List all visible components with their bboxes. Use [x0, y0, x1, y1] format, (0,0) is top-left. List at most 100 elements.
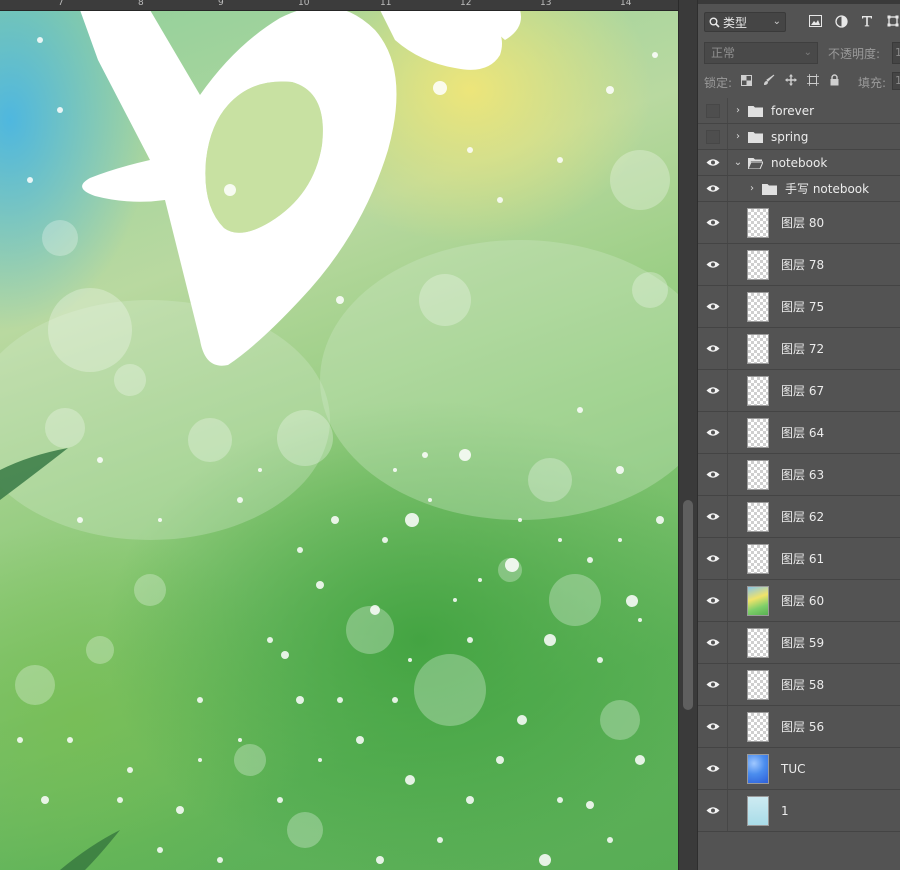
layer-thumbnail [747, 291, 769, 322]
layer-thumbnail [747, 501, 769, 532]
image-filter-icon[interactable] [808, 14, 822, 28]
layer-name: 图层 64 [781, 426, 825, 440]
layer-row-notebook[interactable]: ⌄ notebook [698, 150, 900, 176]
layer-name: 图层 58 [781, 678, 825, 692]
visibility-toggle[interactable] [698, 124, 728, 149]
blend-mode-select[interactable]: 正常 ⌄ [704, 42, 818, 64]
visibility-off-box [705, 103, 720, 118]
eye-icon [706, 471, 719, 478]
artwork [0, 6, 678, 870]
layer-row[interactable]: 图层 64 [698, 412, 900, 454]
filter-kind-label: 类型 [723, 15, 748, 30]
visibility-toggle[interactable] [698, 412, 728, 453]
layer-list: › forever › spring ⌄ notebook › 手写 noteb… [698, 98, 900, 832]
layer-row[interactable]: 1 [698, 790, 900, 832]
layer-row[interactable]: 图层 78 [698, 244, 900, 286]
layer-name: 图层 61 [781, 552, 825, 566]
visibility-toggle[interactable] [698, 150, 728, 175]
layer-name: TUC [781, 761, 806, 776]
filter-kind-select[interactable]: 类型 ⌄ [704, 12, 786, 32]
layer-name: 图层 75 [781, 300, 825, 314]
eye-icon [706, 261, 719, 268]
chevron-down-icon: ⌄ [772, 16, 781, 27]
layer-row[interactable]: 图层 59 [698, 622, 900, 664]
layer-row-forever[interactable]: › forever [698, 98, 900, 124]
layer-filter-row: 类型 ⌄ [704, 12, 900, 34]
layer-name: 1 [781, 803, 789, 818]
lock-icons [740, 73, 841, 87]
folder-icon [762, 183, 777, 195]
opacity-label: 不透明度: [828, 47, 881, 61]
lock-label: 锁定: [704, 76, 733, 90]
opacity-input[interactable]: 10 [892, 42, 900, 64]
layer-row[interactable]: 图层 63 [698, 454, 900, 496]
visibility-toggle[interactable] [698, 664, 728, 705]
visibility-toggle[interactable] [698, 496, 728, 537]
ruler-mark: 12 [460, 0, 472, 8]
lock-move-icon[interactable] [784, 73, 797, 87]
eye-icon [706, 345, 719, 352]
lock-fill-row: 锁定: 填充: 10 [704, 72, 900, 92]
layer-row[interactable]: TUC [698, 748, 900, 790]
visibility-toggle[interactable] [698, 706, 728, 747]
layer-row[interactable]: 图层 62 [698, 496, 900, 538]
layer-name: 图层 63 [781, 468, 825, 482]
visibility-toggle[interactable] [698, 370, 728, 411]
layer-row[interactable]: 图层 72 [698, 328, 900, 370]
visibility-toggle[interactable] [698, 176, 728, 201]
visibility-toggle[interactable] [698, 244, 728, 285]
canvas[interactable]: 7 8 9 10 11 12 13 14 [0, 0, 678, 870]
layer-name: 图层 80 [781, 216, 825, 230]
horizontal-ruler: 7 8 9 10 11 12 13 14 [0, 0, 678, 11]
lock-all-icon[interactable] [828, 73, 841, 87]
visibility-toggle[interactable] [698, 538, 728, 579]
ruler-mark: 14 [620, 0, 632, 8]
visibility-toggle[interactable] [698, 286, 728, 327]
layer-name: spring [771, 129, 809, 144]
layer-row[interactable]: 图层 60 [698, 580, 900, 622]
fill-label: 填充: [858, 76, 887, 90]
visibility-toggle[interactable] [698, 454, 728, 495]
layer-name: notebook [771, 155, 828, 170]
fill-input[interactable]: 10 [892, 72, 900, 90]
lock-transparent-icon[interactable] [740, 73, 753, 87]
eye-icon [706, 681, 719, 688]
visibility-toggle[interactable] [698, 202, 728, 243]
shape-filter-icon[interactable] [886, 14, 900, 28]
visibility-toggle[interactable] [698, 622, 728, 663]
chevron-down-icon[interactable]: ⌄ [732, 157, 744, 168]
lock-artboard-icon[interactable] [806, 73, 819, 87]
lock-brush-icon[interactable] [762, 73, 775, 87]
layer-row[interactable]: 图层 75 [698, 286, 900, 328]
scrollbar-thumb[interactable] [683, 500, 693, 710]
vertical-scrollbar[interactable] [678, 0, 697, 870]
chevron-right-icon[interactable]: › [746, 183, 758, 194]
layer-thumbnail [747, 207, 769, 238]
ruler-mark: 7 [58, 0, 64, 8]
type-filter-icon[interactable] [860, 14, 874, 28]
eye-icon [706, 807, 719, 814]
adjustment-filter-icon[interactable] [834, 14, 848, 28]
chevron-right-icon[interactable]: › [732, 131, 744, 142]
visibility-toggle[interactable] [698, 328, 728, 369]
layer-thumbnail [747, 795, 769, 826]
layer-row[interactable]: 图层 56 [698, 706, 900, 748]
visibility-toggle[interactable] [698, 98, 728, 123]
layer-row[interactable]: 图层 61 [698, 538, 900, 580]
layer-name: 图层 67 [781, 384, 825, 398]
visibility-toggle[interactable] [698, 790, 728, 831]
layer-row-handwritten-notebook[interactable]: › 手写 notebook [698, 176, 900, 202]
chevron-right-icon[interactable]: › [732, 105, 744, 116]
layer-row[interactable]: 图层 58 [698, 664, 900, 706]
ruler-mark: 10 [298, 0, 310, 8]
eye-icon [706, 513, 719, 520]
layer-name: 图层 59 [781, 636, 825, 650]
layer-row[interactable]: 图层 67 [698, 370, 900, 412]
visibility-toggle[interactable] [698, 580, 728, 621]
layer-row[interactable]: 图层 80 [698, 202, 900, 244]
layer-thumbnail [747, 669, 769, 700]
layer-row-spring[interactable]: › spring [698, 124, 900, 150]
visibility-toggle[interactable] [698, 748, 728, 789]
eye-icon [706, 303, 719, 310]
layer-name: forever [771, 103, 815, 118]
